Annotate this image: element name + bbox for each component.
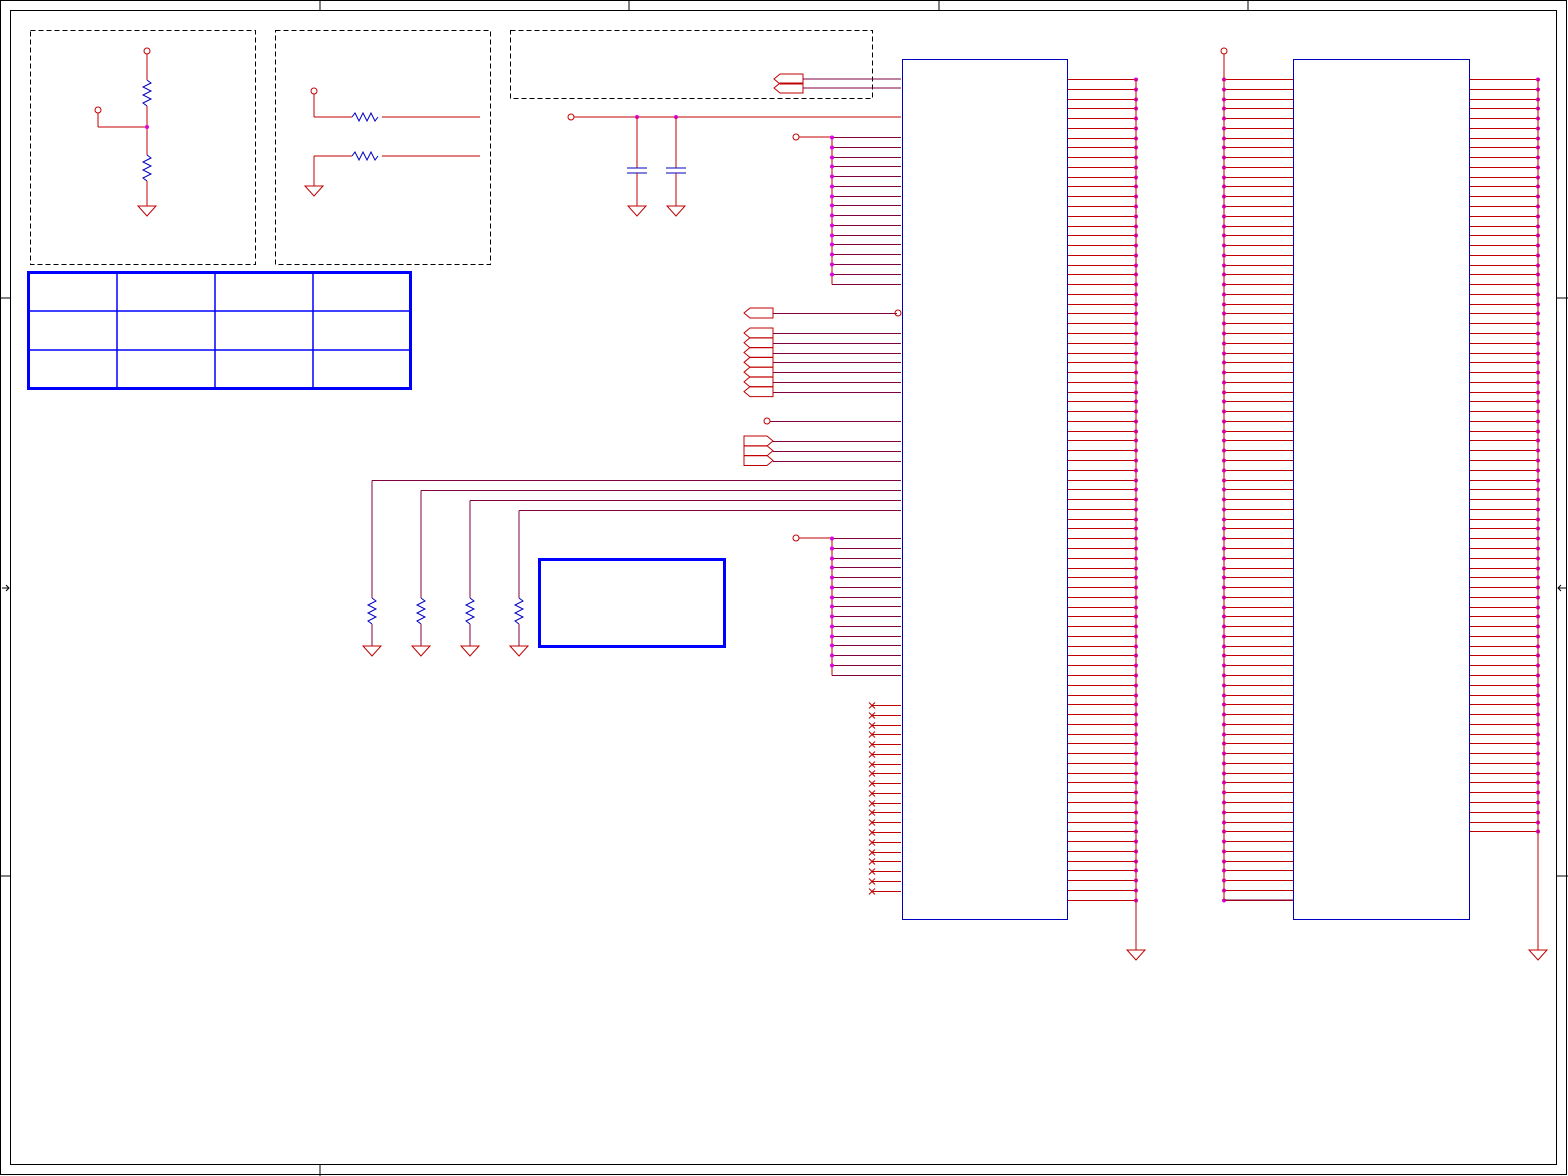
port-icon bbox=[743, 376, 774, 388]
series-resistors bbox=[303, 87, 480, 197]
junction-dot bbox=[830, 272, 834, 277]
port-icon bbox=[743, 386, 774, 398]
junction-dot bbox=[830, 556, 834, 561]
arrow-left-icon bbox=[2, 584, 10, 592]
ground-icon bbox=[1125, 949, 1147, 961]
port-icon bbox=[743, 435, 774, 447]
ground-icon bbox=[459, 645, 481, 657]
divider-circuit bbox=[94, 47, 158, 217]
resistor-icon bbox=[415, 597, 427, 625]
junction-dot bbox=[830, 634, 834, 639]
schematic-sheet bbox=[0, 0, 1568, 1176]
resistor-icon bbox=[513, 597, 525, 625]
junction-dot bbox=[830, 135, 834, 140]
port-icon bbox=[743, 347, 774, 359]
junction-dot bbox=[830, 643, 834, 648]
arrow-right-icon bbox=[1557, 584, 1566, 592]
junction-dot bbox=[830, 546, 834, 551]
junction-dot bbox=[830, 536, 834, 541]
left-signal-group bbox=[743, 133, 902, 895]
net-terminal bbox=[763, 417, 771, 425]
junction-dot bbox=[830, 575, 834, 580]
connector-left-body bbox=[902, 59, 1068, 920]
junction-dot bbox=[830, 145, 834, 150]
connector-right-pins bbox=[1220, 47, 1549, 961]
junction-dot bbox=[830, 155, 834, 160]
junction-dot bbox=[830, 164, 834, 169]
junction-dot bbox=[830, 194, 834, 199]
net-terminal bbox=[1220, 47, 1228, 55]
connector-left-pins bbox=[1068, 77, 1147, 961]
junction-dot bbox=[830, 604, 834, 609]
junction-dot bbox=[830, 262, 834, 267]
dashed-region-divider bbox=[30, 30, 256, 265]
pulldown-resistors bbox=[361, 480, 901, 657]
junction-dot bbox=[830, 653, 834, 658]
info-table bbox=[27, 271, 412, 390]
ground-icon bbox=[508, 645, 530, 657]
junction-dot bbox=[830, 213, 834, 218]
junction-dot bbox=[830, 242, 834, 247]
junction-dot bbox=[830, 585, 834, 590]
dashed-region-series bbox=[275, 30, 491, 265]
port-icon bbox=[743, 356, 774, 368]
junction-dot bbox=[830, 233, 834, 238]
port-icon bbox=[743, 307, 774, 319]
decoupling-caps bbox=[567, 73, 901, 217]
resistor-icon bbox=[464, 597, 476, 625]
port-icon bbox=[743, 455, 774, 467]
junction-dot bbox=[830, 624, 834, 629]
junction-dot bbox=[830, 174, 834, 179]
junction-dot bbox=[830, 203, 834, 208]
junction-dot bbox=[830, 184, 834, 189]
port-icon bbox=[743, 366, 774, 378]
resistor-icon bbox=[366, 597, 378, 625]
sheet-frame bbox=[0, 0, 1568, 1176]
port-icon bbox=[743, 337, 774, 349]
junction-dot bbox=[830, 663, 834, 668]
junction-dot bbox=[830, 565, 834, 570]
ground-icon bbox=[410, 645, 432, 657]
port-icon bbox=[743, 445, 774, 457]
connector-right-body bbox=[1293, 59, 1470, 920]
note-box bbox=[538, 558, 726, 648]
junction-dot bbox=[830, 595, 834, 600]
net-terminal bbox=[792, 133, 800, 141]
junction-dot bbox=[830, 614, 834, 619]
junction-dot bbox=[830, 223, 834, 228]
ground-icon bbox=[361, 645, 383, 657]
net-terminal bbox=[792, 534, 800, 542]
ground-icon bbox=[1527, 949, 1549, 961]
junction-dot bbox=[830, 252, 834, 257]
port-icon bbox=[743, 327, 774, 339]
